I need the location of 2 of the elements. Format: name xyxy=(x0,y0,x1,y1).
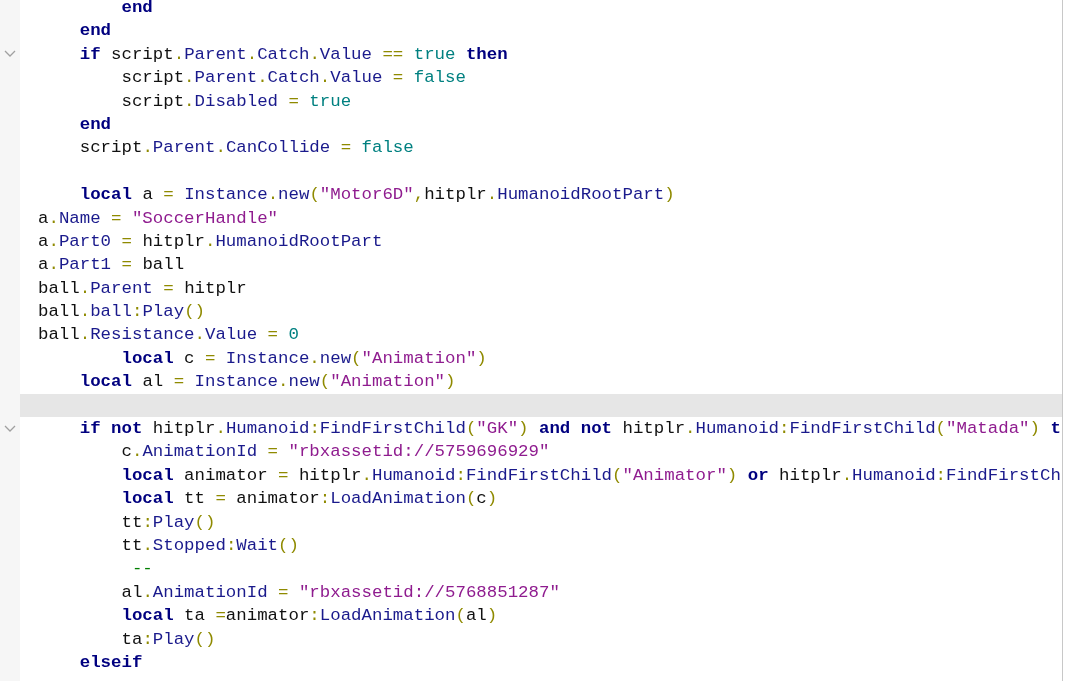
fold-chevron-icon[interactable] xyxy=(4,424,16,433)
fold-chevron-icon[interactable] xyxy=(4,50,16,59)
